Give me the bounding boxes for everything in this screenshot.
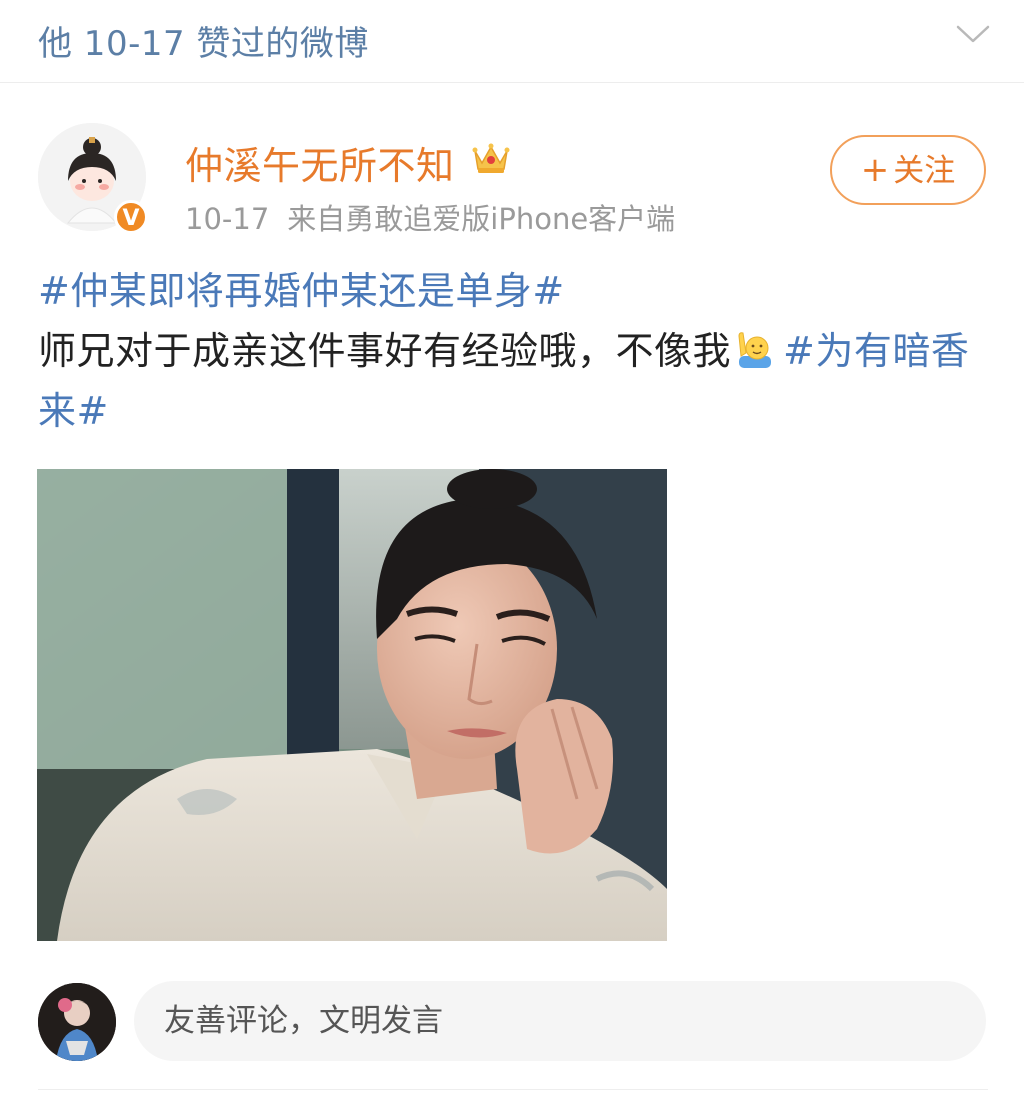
user-name[interactable]: 仲溪午无所不知 <box>185 135 455 190</box>
post-photo[interactable] <box>37 469 667 941</box>
crown-icon <box>472 143 510 173</box>
follow-button[interactable]: + 关注 <box>830 135 986 205</box>
comment-bar: 友善评论，文明发言 <box>0 975 1024 1075</box>
verified-badge-icon: V <box>114 200 148 234</box>
divider <box>38 1089 988 1090</box>
post-meta: 10-17 来自勇敢追爱版iPhone客户端 <box>185 196 675 238</box>
post-time: 10-17 <box>185 202 270 236</box>
plus-icon: + <box>860 150 890 190</box>
hashtag-link[interactable]: #仲某即将再婚仲某还是单身# <box>38 269 565 313</box>
chevron-down-icon[interactable] <box>956 22 990 46</box>
photo-illustration <box>37 469 667 941</box>
current-user-avatar[interactable] <box>38 983 116 1061</box>
post-source: 来自勇敢追爱版iPhone客户端 <box>287 202 676 236</box>
liked-header-title: 他 10-17 赞过的微博 <box>38 24 369 64</box>
comment-input[interactable]: 友善评论，文明发言 <box>134 981 986 1061</box>
liked-header-bar[interactable]: 他 10-17 赞过的微博 <box>0 0 1024 83</box>
weibo-page: 他 10-17 赞过的微博 V 仲溪午无所不知 10-17 来自勇敢追爱版iPh… <box>0 0 1024 1097</box>
post-body-text: 师兄对于成亲这件事好有经验哦，不像我 <box>38 329 732 373</box>
post-text: #仲某即将再婚仲某还是单身# 师兄对于成亲这件事好有经验哦，不像我 #为有暗香来… <box>38 261 988 441</box>
follow-label: 关注 <box>893 153 956 189</box>
raising-hand-emoji-icon <box>738 332 772 368</box>
weibo-post: V 仲溪午无所不知 10-17 来自勇敢追爱版iPhone客户端 + 关注 #仲某即… <box>0 83 1024 1097</box>
current-user-avatar-image <box>38 983 116 1061</box>
